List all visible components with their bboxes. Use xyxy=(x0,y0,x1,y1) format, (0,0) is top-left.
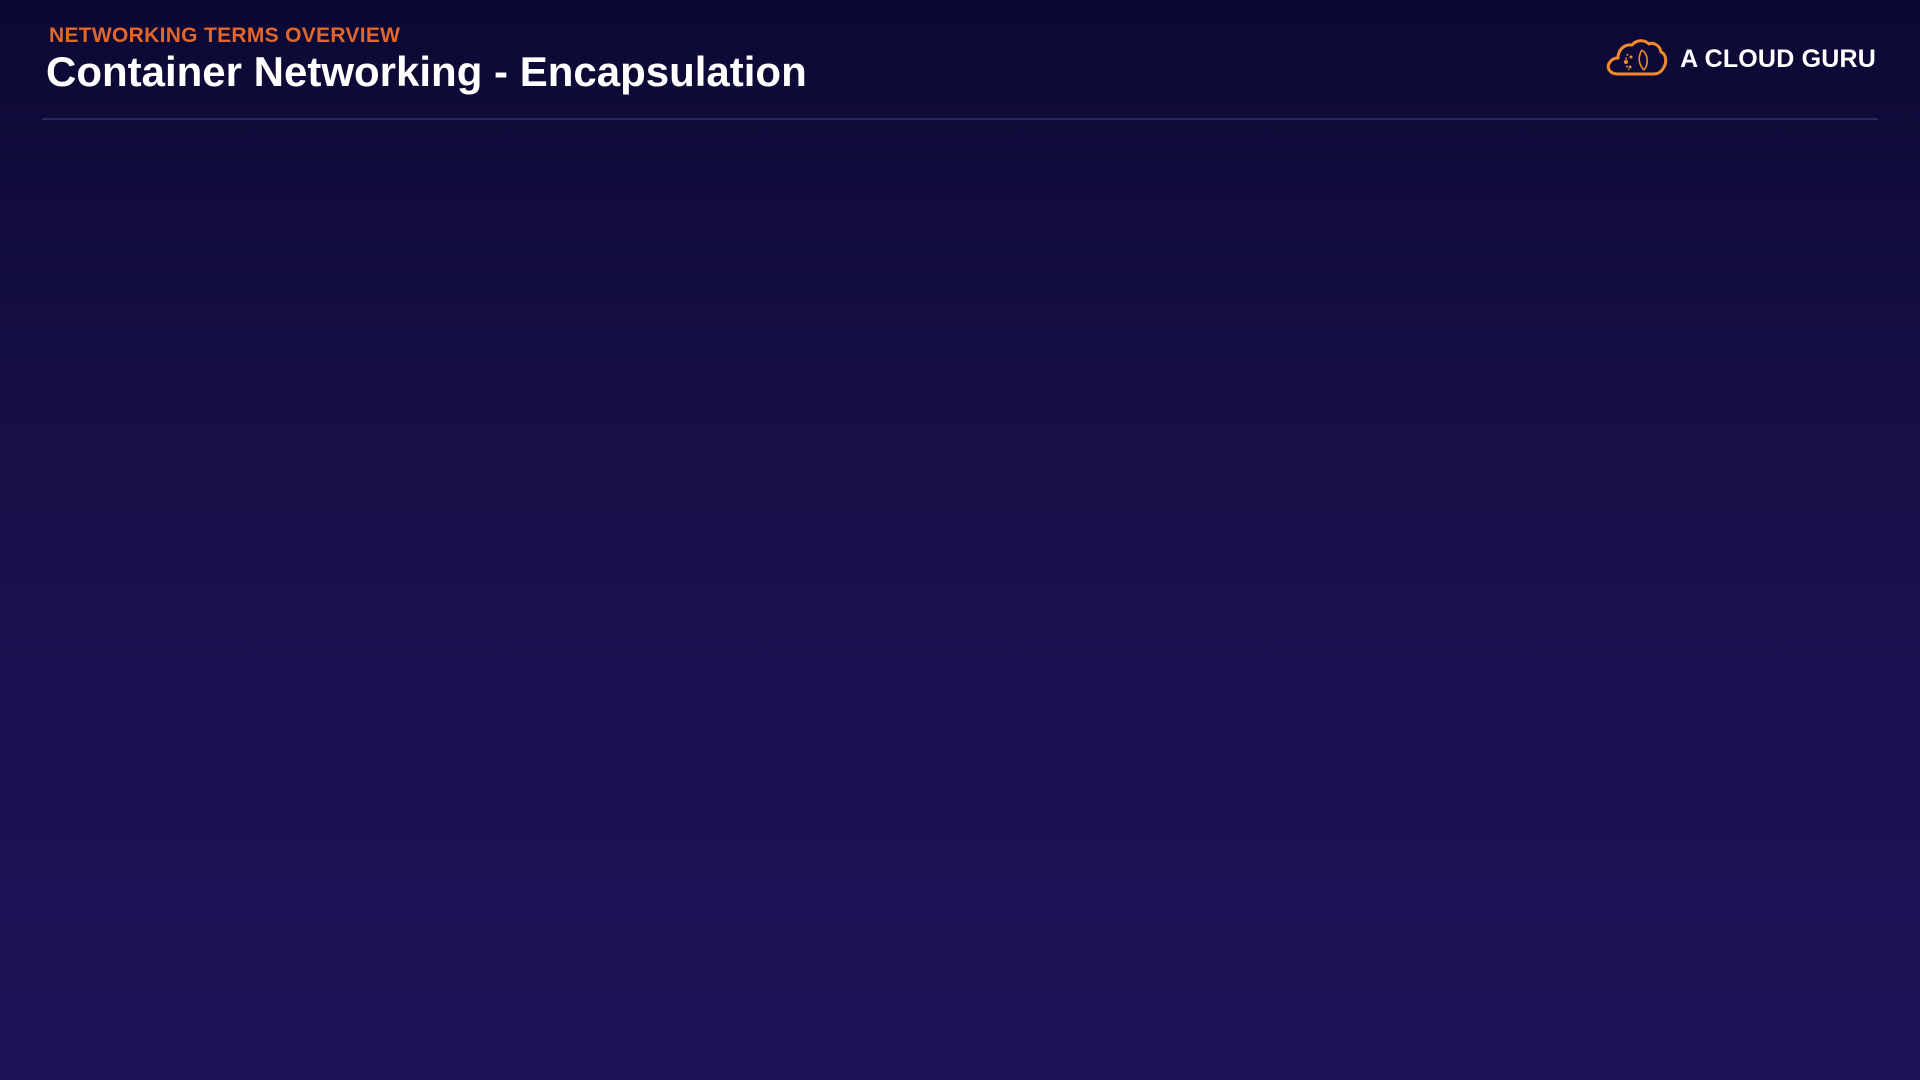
header-divider xyxy=(42,118,1878,120)
section-eyebrow: NETWORKING TERMS OVERVIEW xyxy=(49,24,401,47)
cloud-logo-icon xyxy=(1606,39,1668,76)
slide-content-area xyxy=(0,122,1920,1080)
brand-name: A CLOUD GURU xyxy=(1680,44,1876,73)
slide-header: NETWORKING TERMS OVERVIEW Container Netw… xyxy=(0,0,1920,122)
slide: NETWORKING TERMS OVERVIEW Container Netw… xyxy=(0,0,1920,1080)
slide-title: Container Networking - Encapsulation xyxy=(46,48,807,95)
brand-logo-group: A CLOUD GURU xyxy=(1604,36,1876,82)
